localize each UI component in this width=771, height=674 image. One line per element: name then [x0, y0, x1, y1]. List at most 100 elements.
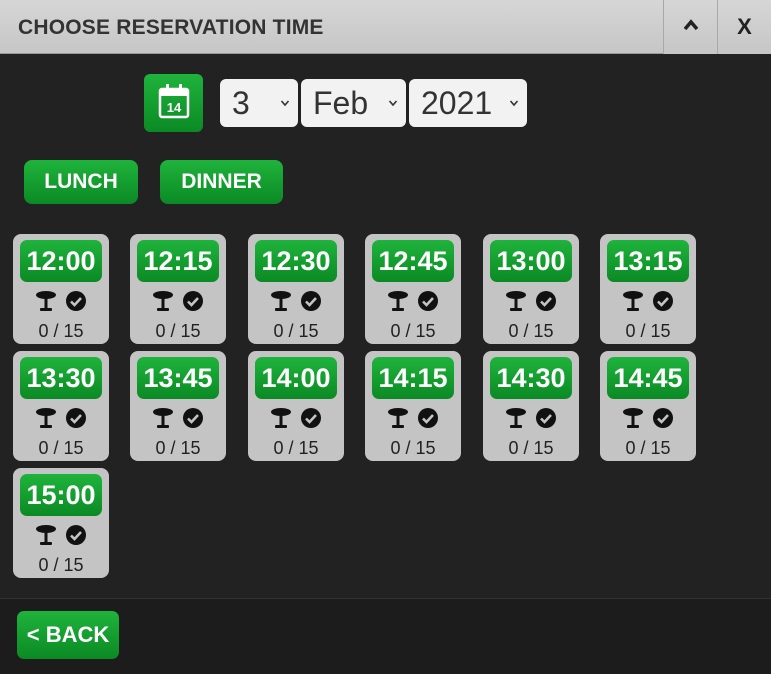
table-icon — [505, 407, 527, 429]
dialog-titlebar: CHOOSE RESERVATION TIME X — [0, 0, 771, 54]
check-circle-icon — [535, 407, 557, 429]
time-slot-capacity: 0 / 15 — [508, 321, 554, 341]
time-slot-icons — [130, 407, 226, 429]
time-slot-capacity: 0 / 15 — [38, 438, 84, 458]
time-slot-label: 15:00 — [20, 474, 102, 516]
close-icon: X — [737, 14, 752, 39]
check-circle-icon — [65, 407, 87, 429]
time-slot-card[interactable]: 13:15 0 / 15 — [600, 234, 696, 344]
time-slot-label: 12:15 — [137, 240, 219, 282]
time-slot-capacity: 0 / 15 — [273, 438, 319, 458]
dialog-footer: < BACK — [0, 598, 771, 674]
time-slot-label: 13:15 — [607, 240, 689, 282]
calendar-button[interactable]: 14 — [144, 74, 203, 132]
table-icon — [35, 407, 57, 429]
chevron-up-icon — [683, 18, 699, 36]
time-slot-card[interactable]: 15:00 0 / 15 — [13, 468, 109, 578]
time-slot-card[interactable]: 14:45 0 / 15 — [600, 351, 696, 461]
dinner-button[interactable]: DINNER — [160, 160, 283, 204]
check-circle-icon — [65, 290, 87, 312]
time-slot-label: 12:30 — [255, 240, 337, 282]
check-circle-icon — [652, 407, 674, 429]
check-circle-icon — [652, 290, 674, 312]
time-slot-label: 14:15 — [372, 357, 454, 399]
check-circle-icon — [417, 290, 439, 312]
time-slot-capacity: 0 / 15 — [155, 438, 201, 458]
time-slot-capacity: 0 / 15 — [625, 438, 671, 458]
time-slot-capacity: 0 / 15 — [625, 321, 671, 341]
check-circle-icon — [300, 407, 322, 429]
time-slot-card[interactable]: 14:15 0 / 15 — [365, 351, 461, 461]
lunch-button[interactable]: LUNCH — [24, 160, 138, 204]
time-slot-capacity: 0 / 15 — [390, 438, 436, 458]
check-circle-icon — [182, 290, 204, 312]
table-icon — [387, 290, 409, 312]
time-slot-card[interactable]: 12:00 0 / 15 — [13, 234, 109, 344]
chevron-down-icon — [280, 100, 290, 107]
time-slot-label: 13:30 — [20, 357, 102, 399]
time-slot-icons — [483, 290, 579, 312]
table-icon — [35, 290, 57, 312]
back-button[interactable]: < BACK — [17, 611, 119, 659]
year-select-value: 2021 — [421, 85, 493, 121]
time-slot-icons — [13, 524, 109, 546]
time-slot-icons — [365, 407, 461, 429]
table-icon — [152, 407, 174, 429]
time-slot-label: 13:00 — [490, 240, 572, 282]
table-icon — [622, 290, 644, 312]
close-button[interactable]: X — [717, 0, 771, 54]
time-slot-icons — [248, 290, 344, 312]
calendar-day-text: 14 — [166, 100, 181, 115]
time-slot-card[interactable]: 14:30 0 / 15 — [483, 351, 579, 461]
year-select[interactable]: 2021 — [409, 79, 527, 127]
time-slot-label: 12:45 — [372, 240, 454, 282]
check-circle-icon — [182, 407, 204, 429]
time-slot-card[interactable]: 14:00 0 / 15 — [248, 351, 344, 461]
time-slot-card[interactable]: 13:00 0 / 15 — [483, 234, 579, 344]
table-icon — [622, 407, 644, 429]
time-slot-icons — [600, 290, 696, 312]
table-icon — [35, 524, 57, 546]
time-slot-capacity: 0 / 15 — [273, 321, 319, 341]
table-icon — [387, 407, 409, 429]
time-slot-label: 14:00 — [255, 357, 337, 399]
month-select-value: Feb — [313, 85, 369, 121]
table-icon — [270, 290, 292, 312]
time-slot-icons — [248, 407, 344, 429]
time-slot-card[interactable]: 13:30 0 / 15 — [13, 351, 109, 461]
check-circle-icon — [417, 407, 439, 429]
time-slot-card[interactable]: 12:45 0 / 15 — [365, 234, 461, 344]
dialog-title: CHOOSE RESERVATION TIME — [18, 16, 324, 39]
time-slot-icons — [13, 407, 109, 429]
check-circle-icon — [65, 524, 87, 546]
chevron-down-icon — [509, 100, 519, 107]
time-slot-label: 14:45 — [607, 357, 689, 399]
time-slot-label: 13:45 — [137, 357, 219, 399]
time-slot-capacity: 0 / 15 — [38, 555, 84, 575]
time-slot-icons — [130, 290, 226, 312]
time-slot-icons — [600, 407, 696, 429]
time-slot-capacity: 0 / 15 — [390, 321, 436, 341]
time-slot-label: 14:30 — [490, 357, 572, 399]
calendar-icon: 14 — [158, 83, 190, 124]
reservation-time-dialog: CHOOSE RESERVATION TIME X 14 3 Feb 2021 … — [0, 0, 771, 674]
check-circle-icon — [300, 290, 322, 312]
time-slot-capacity: 0 / 15 — [508, 438, 554, 458]
minimize-button[interactable] — [663, 0, 717, 54]
table-icon — [152, 290, 174, 312]
time-slot-icons — [483, 407, 579, 429]
chevron-down-icon — [388, 100, 398, 107]
time-slot-label: 12:00 — [20, 240, 102, 282]
time-slot-card[interactable]: 12:30 0 / 15 — [248, 234, 344, 344]
time-slot-capacity: 0 / 15 — [38, 321, 84, 341]
time-slot-card[interactable]: 13:45 0 / 15 — [130, 351, 226, 461]
time-slot-card[interactable]: 12:15 0 / 15 — [130, 234, 226, 344]
table-icon — [270, 407, 292, 429]
time-slot-capacity: 0 / 15 — [155, 321, 201, 341]
table-icon — [505, 290, 527, 312]
day-select-value: 3 — [232, 85, 250, 121]
day-select[interactable]: 3 — [220, 79, 298, 127]
check-circle-icon — [535, 290, 557, 312]
time-slot-icons — [13, 290, 109, 312]
month-select[interactable]: Feb — [301, 79, 406, 127]
